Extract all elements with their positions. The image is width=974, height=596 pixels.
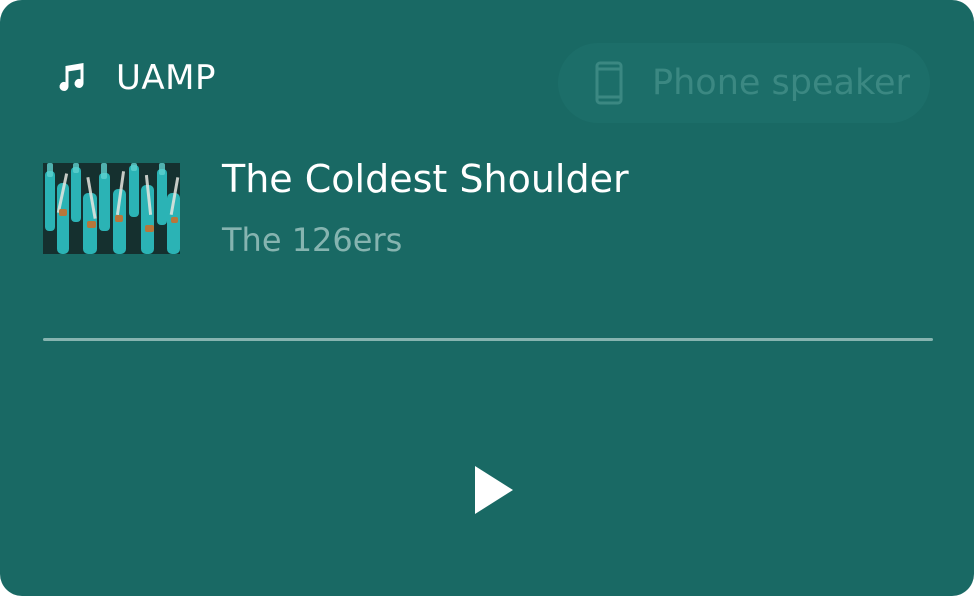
output-device-label: Phone speaker — [652, 63, 910, 103]
track-artist: The 126ers — [222, 221, 403, 259]
seek-bar[interactable] — [43, 338, 933, 341]
app-name: UAMP — [116, 58, 216, 98]
output-device-button[interactable]: Phone speaker — [558, 43, 930, 123]
play-icon — [475, 466, 513, 514]
smartphone-icon — [595, 61, 623, 105]
music-note-icon — [59, 63, 84, 91]
play-button[interactable] — [452, 448, 536, 532]
media-output-card: UAMP Phone speaker The Coldest Shoulder … — [0, 0, 974, 596]
track-title: The Coldest Shoulder — [222, 157, 629, 201]
album-artwork — [43, 163, 180, 254]
